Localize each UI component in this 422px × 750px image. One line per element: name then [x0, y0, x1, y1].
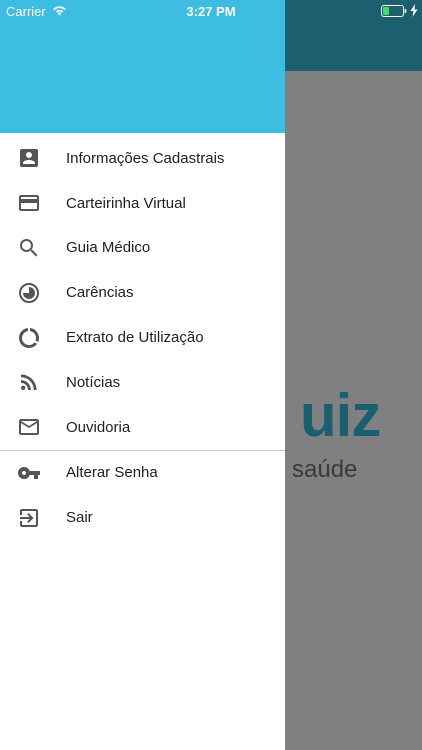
menu-item-alterar-senha[interactable]: Alterar Senha — [0, 451, 285, 496]
rss-feed-icon — [17, 370, 41, 394]
pie-timer-icon — [17, 281, 41, 305]
donut-chart-icon — [17, 326, 41, 350]
menu-label: Notícias — [66, 373, 121, 391]
menu-item-noticias[interactable]: Notícias — [0, 360, 285, 405]
search-icon — [17, 236, 41, 260]
menu-label: Carteirinha Virtual — [66, 194, 186, 212]
background-logo-text: uiz — [300, 382, 381, 449]
menu-label: Carências — [66, 284, 134, 302]
menu-label: Sair — [66, 509, 93, 527]
account-box-icon — [17, 146, 41, 170]
exit-icon — [17, 506, 41, 530]
navigation-drawer: Informações Cadastrais Carteirinha Virtu… — [0, 0, 285, 750]
key-icon — [17, 461, 41, 485]
menu-item-sair[interactable]: Sair — [0, 495, 285, 540]
drawer-menu: Informações Cadastrais Carteirinha Virtu… — [0, 136, 285, 540]
menu-item-carteirinha-virtual[interactable]: Carteirinha Virtual — [0, 181, 285, 226]
menu-label: Guia Médico — [66, 239, 151, 257]
charging-bolt-icon — [410, 4, 418, 17]
menu-item-ouvidoria[interactable]: Ouvidoria — [0, 405, 285, 450]
status-time: 3:27 PM — [186, 4, 236, 19]
menu-label: Informações Cadastrais — [66, 149, 225, 167]
credit-card-icon — [17, 191, 41, 215]
menu-item-informacoes-cadastrais[interactable]: Informações Cadastrais — [0, 136, 285, 181]
background-logo-subtext: saúde — [292, 456, 358, 483]
menu-label: Ouvidoria — [66, 418, 131, 436]
menu-item-guia-medico[interactable]: Guia Médico — [0, 226, 285, 271]
menu-item-carencias[interactable]: Carências — [0, 270, 285, 315]
app-screen: uiz saúde Carrier 3:27 PM Informações Ca… — [0, 0, 422, 750]
battery-icon — [381, 5, 407, 17]
menu-label: Extrato de Utilização — [66, 329, 204, 347]
menu-item-extrato-de-utilizacao[interactable]: Extrato de Utilização — [0, 315, 285, 360]
status-bar: Carrier 3:27 PM — [0, 0, 422, 22]
menu-label: Alterar Senha — [66, 464, 158, 482]
mail-icon — [17, 415, 41, 439]
